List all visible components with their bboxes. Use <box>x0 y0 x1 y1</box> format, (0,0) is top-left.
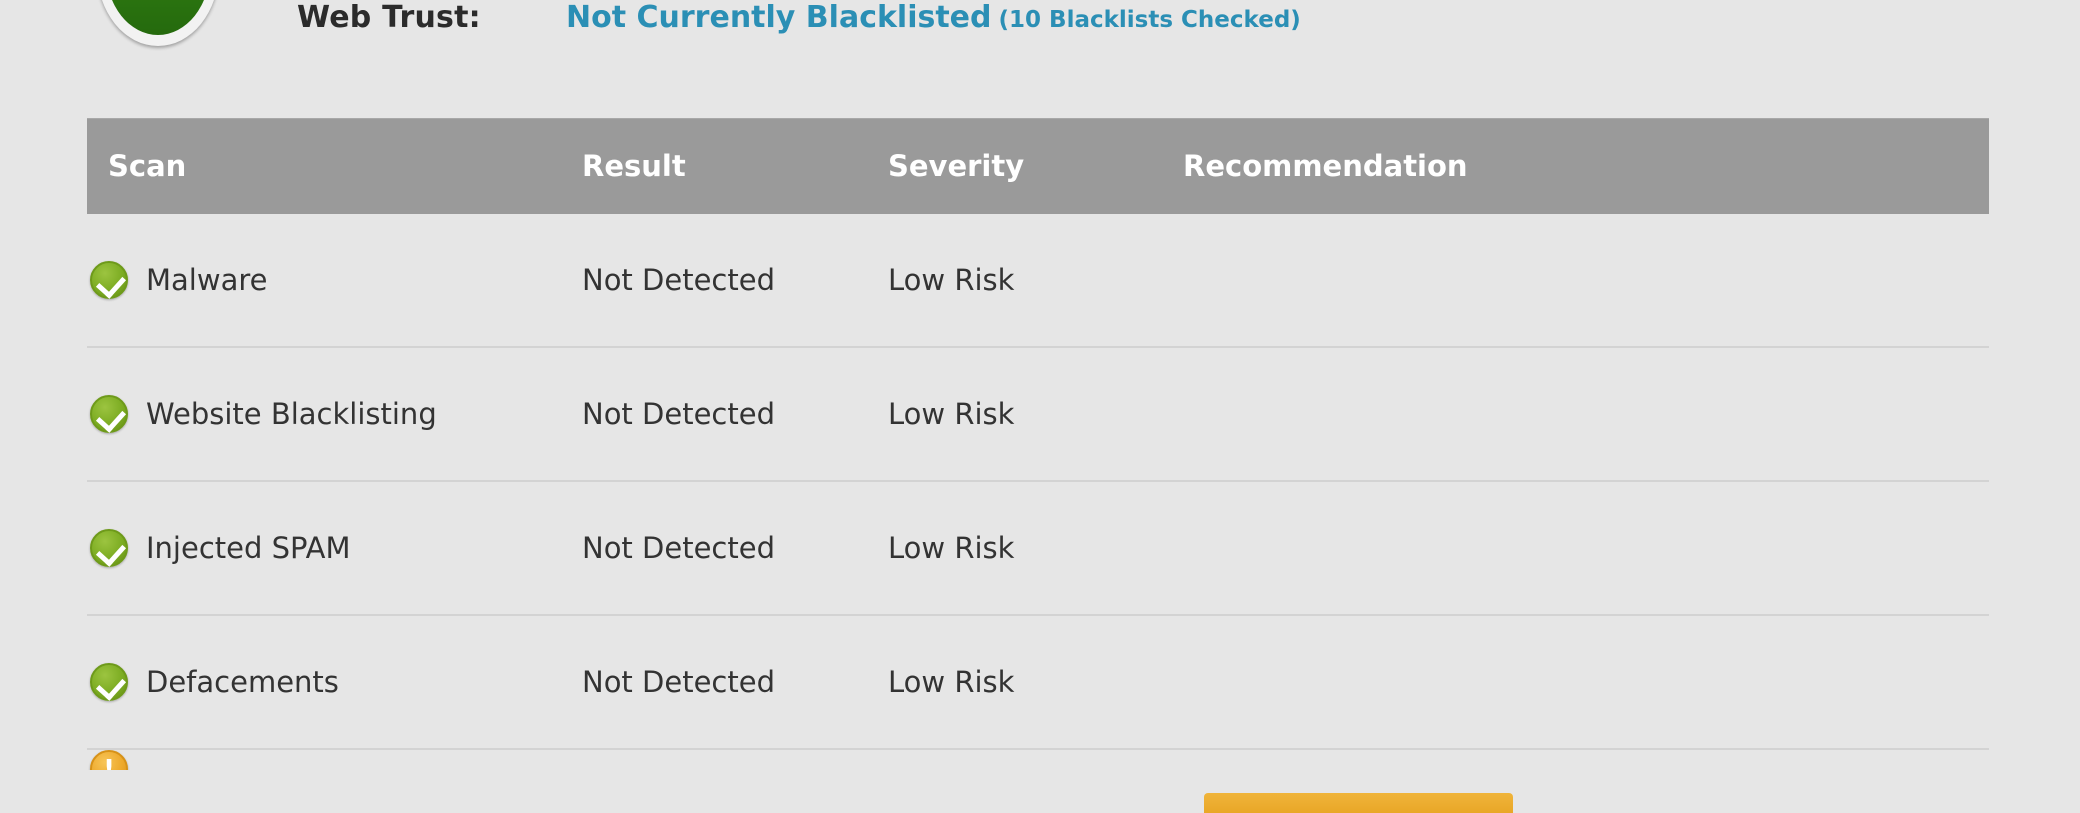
blacklists-checked-count: (10 Blacklists Checked) <box>998 7 1301 33</box>
scan-result-cell: Not Detected <box>582 263 775 297</box>
green-check-icon <box>90 395 128 433</box>
scan-name-label: Injected SPAM <box>146 531 351 565</box>
scan-result-cell: Not Detected <box>582 665 775 699</box>
table-row: Defacements Not Detected Low Risk <box>87 616 1989 750</box>
table-row: Website Blacklisting Not Detected Low Ri… <box>87 348 1989 482</box>
scan-name-cell: Defacements <box>87 663 582 701</box>
table-row <box>87 750 1989 770</box>
scan-severity-cell: Low Risk <box>888 263 1015 297</box>
recommendation-action-button[interactable] <box>1204 793 1513 813</box>
scan-severity-cell: Low Risk <box>888 531 1015 565</box>
scan-severity-cell: Low Risk <box>888 665 1015 699</box>
green-check-icon <box>90 529 128 567</box>
web-trust-label: Web Trust: <box>297 0 481 35</box>
web-trust-status-text: Not Currently Blacklisted <box>566 0 992 35</box>
scan-name-cell: Injected SPAM <box>87 529 582 567</box>
scan-name-label: Website Blacklisting <box>146 397 437 431</box>
amber-warning-icon <box>90 750 128 770</box>
scan-result-cell: Not Detected <box>582 531 775 565</box>
table-row: Malware Not Detected Low Risk <box>87 214 1989 348</box>
web-trust-status: Not Currently Blacklisted (10 Blacklists … <box>566 0 1301 35</box>
column-header-recommendation: Recommendation <box>1183 149 1468 183</box>
column-header-scan: Scan <box>108 149 187 183</box>
scan-name-label: Malware <box>146 263 268 297</box>
scan-name-cell <box>87 750 582 770</box>
table-row: Injected SPAM Not Detected Low Risk <box>87 482 1989 616</box>
scan-results-table: Scan Result Severity Recommendation Malw… <box>87 118 1989 770</box>
scan-name-cell: Malware <box>87 261 582 299</box>
scan-result-cell: Not Detected <box>582 397 775 431</box>
scan-name-cell: Website Blacklisting <box>87 395 582 433</box>
scan-name-label: Defacements <box>146 665 339 699</box>
table-header-row: Scan Result Severity Recommendation <box>87 118 1989 214</box>
green-check-icon <box>90 261 128 299</box>
green-check-icon <box>90 663 128 701</box>
column-header-result: Result <box>582 149 686 183</box>
green-shield-icon <box>97 0 219 46</box>
column-header-severity: Severity <box>888 149 1025 183</box>
scan-severity-cell: Low Risk <box>888 397 1015 431</box>
web-trust-bar: Web Trust: Not Currently Blacklisted (10 … <box>0 0 2080 62</box>
